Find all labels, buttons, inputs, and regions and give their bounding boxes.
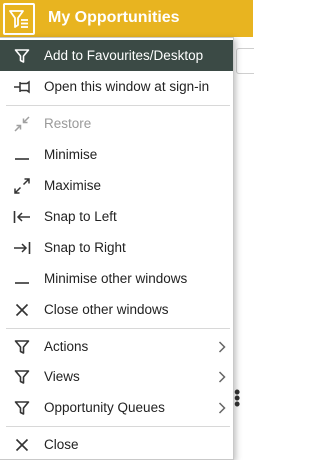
menu-item-close[interactable]: Close [0,429,233,460]
restore-icon [14,115,30,132]
filter-icon [14,48,30,63]
menu-item-label: Actions [44,339,89,354]
pin-icon [14,80,30,93]
menu-item-minimise-others[interactable]: Minimise other windows [0,263,233,294]
menu-item-snap-right[interactable]: Snap to Right [0,232,233,263]
menu-item-close-others[interactable]: Close other windows [0,294,233,325]
minimise-icon [15,281,29,284]
filter-icon [14,400,30,415]
menu-item-views[interactable]: Views [0,361,233,392]
window-title-bar: My Opportunities [0,0,253,37]
menu-item-maximise[interactable]: Maximise [0,170,233,201]
minimise-icon [15,157,29,160]
menu-item-label: Add to Favourites/Desktop [44,48,204,63]
window-title: My Opportunities [48,9,180,26]
close-icon [15,438,29,451]
menu-item-label: Minimise [44,147,98,162]
menu-item-opportunity-queues[interactable]: Opportunity Queues [0,392,233,423]
menu-item-label: Open this window at sign-in [44,79,210,94]
menu-separator [6,105,230,106]
more-options-icon[interactable]: • • • [234,383,240,413]
menu-item-label: Maximise [44,178,102,193]
menu-item-add-to-favourites[interactable]: Add to Favourites/Desktop [0,40,233,71]
menu-item-label: Snap to Left [44,209,117,224]
menu-separator [6,426,230,427]
menu-item-label: Restore [44,116,92,131]
window-context-menu: Add to Favourites/Desktop Open this wind… [0,37,234,460]
menu-item-open-at-sign-in[interactable]: Open this window at sign-in [0,71,233,102]
background-tab-edge [236,48,254,74]
menu-item-label: Snap to Right [44,240,126,255]
filter-icon [14,369,30,384]
menu-item-label: Close other windows [44,302,169,317]
filter-icon [14,339,30,354]
close-icon [15,303,29,316]
menu-item-label: Views [44,369,80,384]
snap-right-icon [14,241,31,254]
menu-item-restore: Restore [0,108,233,139]
chevron-right-icon [218,370,226,383]
menu-item-label: Minimise other windows [44,271,188,286]
menu-item-snap-left[interactable]: Snap to Left [0,201,233,232]
window-menu-button[interactable] [3,3,35,35]
chevron-right-icon [218,340,226,353]
maximise-icon [14,177,30,194]
filter-menu-icon [9,10,28,28]
snap-left-icon [13,210,30,223]
menu-item-label: Opportunity Queues [44,400,165,415]
menu-separator [6,328,230,329]
menu-item-label: Close [44,437,79,452]
menu-item-minimise[interactable]: Minimise [0,139,233,170]
chevron-right-icon [218,401,226,414]
menu-item-actions[interactable]: Actions [0,331,233,362]
